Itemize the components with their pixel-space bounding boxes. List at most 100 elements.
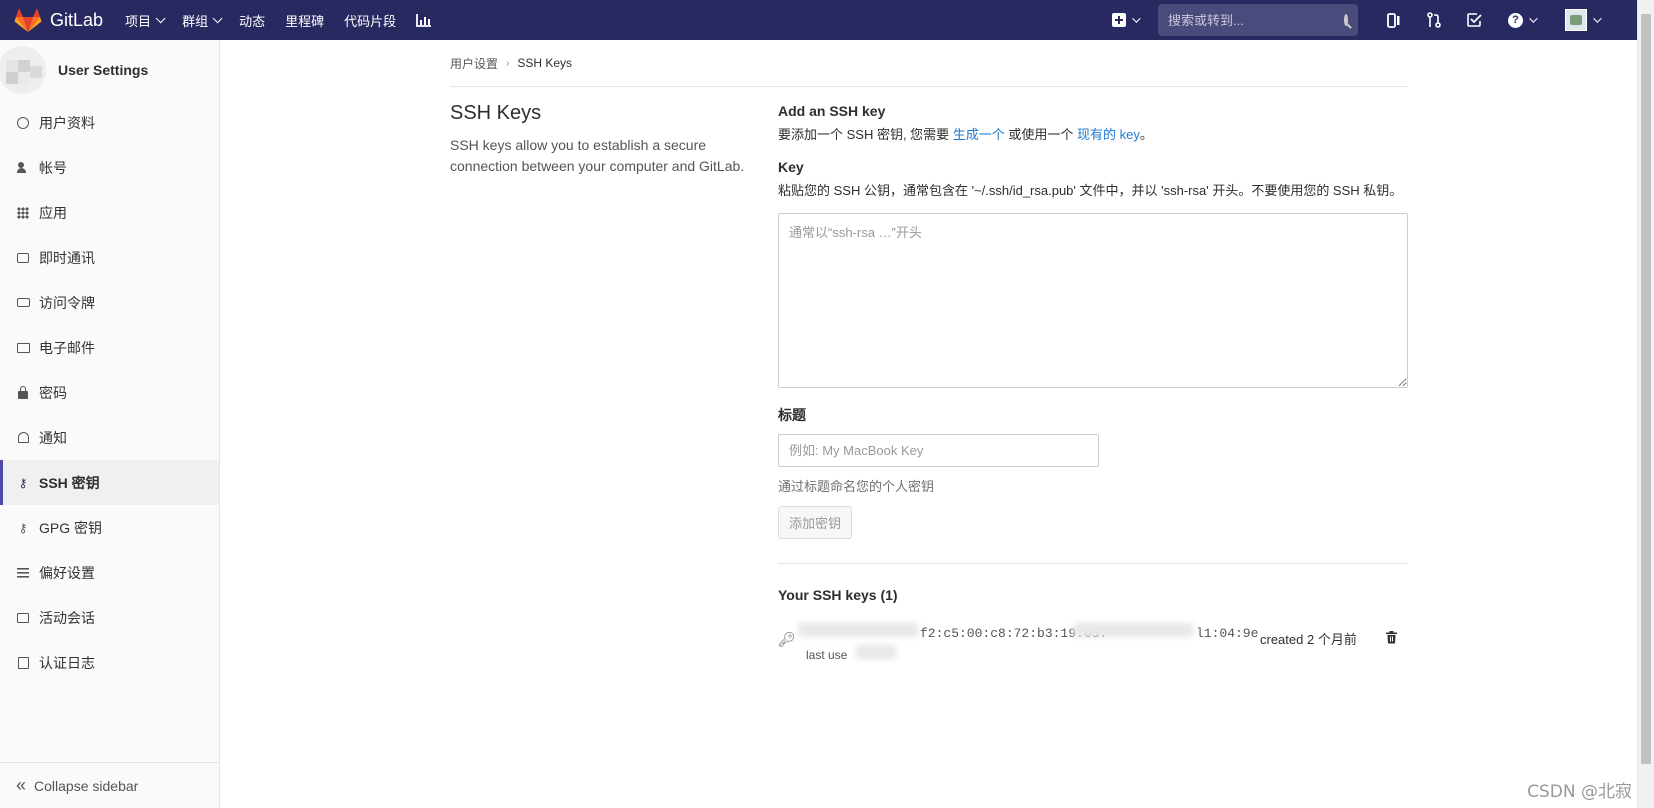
redacted-text <box>798 623 918 637</box>
mail-icon <box>16 341 30 355</box>
add-key-intro: 要添加一个 SSH 密钥, 您需要 生成一个 或使用一个 现有的 key。 <box>778 124 1408 145</box>
sidebar-item-access-tokens[interactable]: 访问令牌 <box>0 280 219 325</box>
ssh-key-row[interactable]: 🔑︎ f2:c5:00:c8:72:b3:19:65: l1:04:9e las… <box>778 617 1408 667</box>
page-scrollbar[interactable] <box>1637 0 1654 808</box>
avatar-pixel <box>6 60 18 72</box>
todo-checkbox-icon[interactable] <box>1466 12 1482 28</box>
chevron-down-icon <box>1529 14 1538 23</box>
divider <box>778 563 1408 564</box>
breadcrumb: 用户设置 › SSH Keys <box>450 40 1408 87</box>
sidebar-item-profile[interactable]: 用户资料 <box>0 100 219 145</box>
double-chevron-left-icon: « <box>16 775 27 795</box>
merge-request-icon[interactable] <box>1426 12 1442 28</box>
chart-icon <box>416 14 432 27</box>
sidebar-item-chat[interactable]: 即时通讯 <box>0 235 219 280</box>
issues-icon[interactable] <box>1386 12 1402 28</box>
nav-milestones-label: 里程碑 <box>285 13 325 29</box>
sidebar-item-applications[interactable]: 应用 <box>0 190 219 235</box>
help-dropdown-button[interactable]: ? <box>1508 12 1538 28</box>
existing-key-link[interactable]: 现有的 key <box>1077 127 1140 142</box>
navbar-right: ? <box>1112 0 1637 40</box>
sidebar-item-active-sessions[interactable]: 活动会话 <box>0 595 219 640</box>
avatar-pixel <box>6 72 18 84</box>
chevron-down-icon <box>212 12 223 23</box>
plus-square-icon <box>1112 13 1126 27</box>
search-icon[interactable] <box>1344 14 1348 26</box>
user-avatar <box>1565 9 1587 31</box>
sidebar-item-label: 通知 <box>39 429 67 446</box>
sidebar-item-label: 电子邮件 <box>39 339 95 356</box>
sidebar-item-auth-log[interactable]: 认证日志 <box>0 640 219 685</box>
main-nav: 项目 群组 动态 里程碑 代码片段 <box>125 0 452 40</box>
nav-projects[interactable]: 项目 <box>125 11 166 30</box>
sidebar-item-label: 密码 <box>39 384 67 401</box>
user-menu-button[interactable] <box>1547 9 1602 31</box>
gitlab-logo-link[interactable]: GitLab <box>14 0 103 40</box>
sidebar-item-gpg-keys[interactable]: ⚷ GPG 密钥 <box>0 505 219 550</box>
key-fingerprint-tail: l1:04:9e <box>1196 626 1259 641</box>
title-label: 标题 <box>778 407 806 423</box>
key-icon: ⚷ <box>18 520 28 535</box>
applications-icon <box>16 206 30 220</box>
intro-column: SSH Keys SSH keys allow you to establish… <box>450 102 750 177</box>
add-key-intro-prefix: 要添加一个 SSH 密钥, 您需要 <box>778 127 953 142</box>
nav-analytics[interactable] <box>416 13 432 27</box>
log-icon <box>16 656 30 670</box>
scrollbar-thumb[interactable] <box>1641 14 1651 764</box>
chevron-down-icon <box>1132 14 1141 23</box>
breadcrumb-user-settings[interactable]: 用户设置 <box>450 55 498 72</box>
avatar-pixel <box>18 72 30 84</box>
sidebar-item-label: GPG 密钥 <box>39 519 103 536</box>
sidebar-header[interactable]: User Settings <box>0 40 219 100</box>
chevron-down-icon <box>1593 14 1602 23</box>
key-last-used: last use <box>806 648 848 662</box>
sliders-icon <box>16 566 30 580</box>
search-box[interactable] <box>1158 4 1358 36</box>
page-description: SSH keys allow you to establish a secure… <box>450 137 745 174</box>
sidebar-item-emails[interactable]: 电子邮件 <box>0 325 219 370</box>
nav-groups-label: 群组 <box>182 13 209 29</box>
trash-icon[interactable] <box>1386 631 1397 644</box>
nav-groups[interactable]: 群组 <box>182 11 223 30</box>
breadcrumb-current[interactable]: SSH Keys <box>517 56 572 70</box>
key-icon: 🔑︎ <box>778 631 796 647</box>
new-dropdown-button[interactable] <box>1112 13 1141 27</box>
title-input[interactable] <box>778 434 1099 467</box>
search-input[interactable] <box>1168 12 1344 28</box>
top-navbar: GitLab 项目 群组 动态 里程碑 代码片段 搜索或转到... ? <box>0 0 1637 40</box>
sidebar-item-label: 即时通讯 <box>39 249 95 266</box>
nav-projects-label: 项目 <box>125 13 152 29</box>
sidebar-item-label: 应用 <box>39 204 67 221</box>
nav-milestones[interactable]: 里程碑 <box>285 11 324 30</box>
chevron-right-icon: › <box>506 57 510 69</box>
chat-icon <box>16 251 30 265</box>
gitlab-logo-icon <box>14 8 42 32</box>
token-icon <box>16 296 30 310</box>
collapse-sidebar-button[interactable]: « Collapse sidebar <box>0 762 220 808</box>
sidebar-item-password[interactable]: 密码 <box>0 370 219 415</box>
nav-snippets[interactable]: 代码片段 <box>344 11 396 30</box>
sidebar-item-account[interactable]: 帐号 <box>0 145 219 190</box>
sidebar-item-label: 认证日志 <box>39 654 95 671</box>
add-key-intro-suffix: 。 <box>1139 127 1153 142</box>
key-textarea[interactable] <box>778 213 1408 388</box>
add-key-button[interactable]: 添加密钥 <box>778 506 853 539</box>
brand-name: GitLab <box>50 9 104 30</box>
add-key-intro-middle: 或使用一个 <box>1004 127 1078 142</box>
main-content: 用户设置 › SSH Keys SSH Keys SSH keys allow … <box>450 40 1408 662</box>
sidebar-item-label: SSH 密钥 <box>39 474 100 491</box>
key-label: Key <box>778 159 804 175</box>
key-created: created 2 个月前 <box>1260 632 1357 647</box>
generate-key-link[interactable]: 生成一个 <box>953 127 1005 142</box>
sidebar-title: User Settings <box>58 62 149 78</box>
avatar-pixel <box>30 66 42 78</box>
account-icon <box>16 161 30 175</box>
sidebar-item-ssh-keys[interactable]: ⚷ SSH 密钥 <box>0 460 219 505</box>
nav-activity-label: 动态 <box>239 13 266 29</box>
sidebar-item-label: 帐号 <box>39 159 67 176</box>
bell-icon <box>16 431 30 445</box>
nav-activity[interactable]: 动态 <box>239 11 265 30</box>
sidebar-item-notifications[interactable]: 通知 <box>0 415 219 460</box>
sidebar-item-preferences[interactable]: 偏好设置 <box>0 550 219 595</box>
settings-sidebar: User Settings 用户资料 帐号 应用 即时通讯 访问令牌 电子邮件 … <box>0 40 220 808</box>
